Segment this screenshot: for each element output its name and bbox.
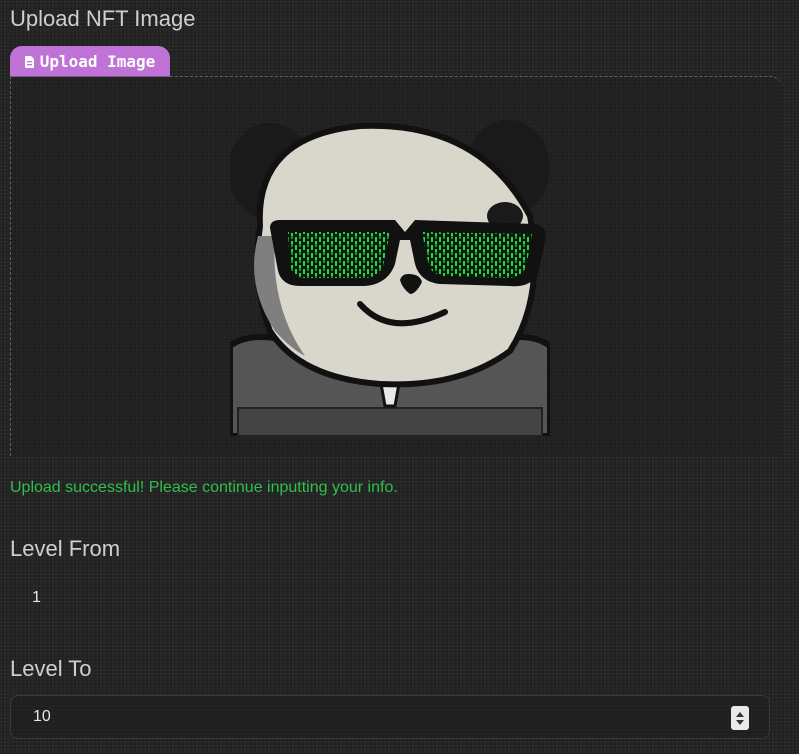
nft-image-preview (230, 120, 550, 436)
upload-image-button[interactable]: Upload Image (10, 46, 170, 77)
decrement-icon[interactable] (736, 719, 744, 725)
level-from-input[interactable]: 1 (10, 576, 770, 620)
level-from-value: 1 (32, 589, 41, 606)
level-to-label: Level To (10, 656, 92, 681)
increment-icon[interactable] (736, 711, 744, 717)
level-to-value: 10 (33, 708, 51, 725)
upload-image-label: Upload Image (39, 52, 156, 71)
level-from-label: Level From (10, 536, 121, 561)
file-icon (24, 55, 34, 68)
upload-section-title: Upload NFT Image (10, 6, 196, 31)
level-to-stepper[interactable] (731, 706, 749, 730)
upload-success-message: Upload successful! Please continue input… (10, 479, 398, 496)
level-to-input[interactable]: 10 (10, 695, 770, 739)
